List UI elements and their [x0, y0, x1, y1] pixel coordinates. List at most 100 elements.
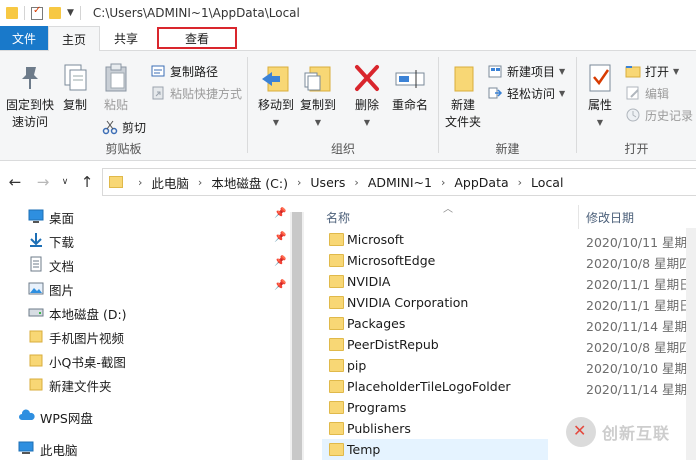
file-row[interactable]: NVIDIA Corporation 2020/11/1 星期日 1: [322, 292, 696, 313]
tab-view[interactable]: 查看: [157, 27, 237, 49]
delete-label: 删除: [354, 98, 379, 112]
new-folder-icon: [447, 61, 479, 95]
tab-file[interactable]: 文件: [0, 26, 48, 50]
folder-icon: [329, 233, 344, 246]
open-label: 打开: [645, 64, 670, 79]
pin-to-quick-access-button[interactable]: 固定到快 速访问: [2, 61, 58, 131]
divider: [79, 6, 81, 20]
navigation-bar: ← → ∨ ↑ › 此电脑 › 本地磁盘 (C:) › Users › ADMINI~…: [0, 168, 696, 196]
chevron-down-icon: ▼: [314, 118, 322, 127]
copy-to-button[interactable]: 复制到 ▼: [298, 61, 338, 131]
chevron-down-icon: ▼: [673, 66, 680, 76]
organize-group: 移动到 ▼ 复制到 ▼ 删除 ▼ 重命名 组织: [248, 55, 438, 159]
folder-icon: [329, 380, 344, 393]
new-folder-button[interactable]: 新建 文件夹: [443, 61, 483, 131]
breadcrumb-item[interactable]: Users ›: [310, 175, 367, 190]
breadcrumb-item[interactable]: 此电脑 ›: [151, 173, 211, 192]
new-item-label: 新建项目: [507, 64, 556, 79]
breadcrumb-item[interactable]: ADMINI~1 ›: [368, 175, 455, 190]
up-button[interactable]: ↑: [74, 169, 100, 195]
nav-item-this-pc[interactable]: 此电脑: [0, 436, 290, 460]
paste-button[interactable]: 粘贴: [98, 61, 134, 114]
pin-icon[interactable]: 📌: [274, 280, 286, 291]
new-item-icon: [487, 63, 503, 79]
pin-label: 固定到快 速访问: [5, 98, 54, 129]
nav-item-phone-media[interactable]: 手机图片视频: [0, 324, 290, 348]
easy-access-button[interactable]: 轻松访问 ▼: [487, 83, 565, 103]
folder-icon: [329, 401, 344, 414]
new-folder-label: 新建 文件夹: [444, 98, 481, 129]
pin-icon[interactable]: 📌: [274, 256, 286, 267]
breadcrumb-item[interactable]: AppData ›: [454, 175, 531, 190]
nav-item-wps-cloud[interactable]: WPS网盘: [0, 404, 290, 428]
column-divider[interactable]: [578, 205, 579, 229]
open-button[interactable]: 打开 ▼: [625, 61, 679, 81]
file-row[interactable]: Packages 2020/11/14 星期六: [322, 313, 696, 334]
paste-label: 粘贴: [103, 98, 128, 112]
column-header-modified[interactable]: 修改日期: [586, 206, 634, 228]
nav-item-new-folder[interactable]: 新建文件夹: [0, 372, 290, 396]
tab-share[interactable]: 共享: [100, 26, 152, 50]
chevron-down-icon: ▼: [363, 118, 371, 127]
file-row[interactable]: PlaceholderTileLogoFolder 2020/11/14 星期六: [322, 376, 696, 397]
edit-button[interactable]: 编辑: [625, 83, 669, 103]
properties-label: 属性: [587, 98, 612, 112]
copy-path-label: 复制路径: [170, 64, 219, 79]
ribbon: 固定到快 速访问 复制 粘贴 复制路径 粘贴快捷方式 剪切 剪贴板 移动到 ▼ …: [0, 51, 696, 161]
new-item-button[interactable]: 新建项目 ▼: [487, 61, 565, 81]
nav-item-desktop[interactable]: 桌面 📌: [0, 204, 290, 228]
file-row[interactable]: Microsoft 2020/10/11 星期日: [322, 229, 696, 250]
nav-item-documents[interactable]: 文档 📌: [0, 252, 290, 276]
navigation-pane-scrollbar[interactable]: [290, 212, 304, 460]
file-row[interactable]: PeerDistRepub 2020/10/8 星期四 1: [322, 334, 696, 355]
folder-icon: [329, 296, 344, 309]
copy-icon: [59, 61, 91, 95]
folder-icon: [28, 328, 44, 344]
file-row[interactable]: pip 2020/10/10 星期六: [322, 355, 696, 376]
file-row[interactable]: MicrosoftEdge 2020/10/8 星期四 1: [322, 250, 696, 271]
open-group: 属性 ▼ 打开 ▼ 编辑 历史记录 打开: [577, 55, 696, 159]
properties-icon[interactable]: [31, 5, 43, 20]
chevron-right-icon: ›: [197, 175, 203, 189]
file-row-selected[interactable]: Temp: [322, 439, 548, 460]
delete-button[interactable]: 删除 ▼: [350, 61, 384, 131]
move-to-icon: [260, 61, 292, 95]
open-group-label: 打开: [624, 142, 649, 156]
title-bar: ▼ C:\Users\ADMINI~1\AppData\Local: [0, 0, 696, 26]
breadcrumb-item[interactable]: Local: [531, 175, 563, 190]
copy-path-button[interactable]: 复制路径: [150, 61, 218, 81]
pin-icon[interactable]: 📌: [274, 208, 286, 219]
back-button[interactable]: ←: [2, 169, 28, 195]
rename-button[interactable]: 重命名: [388, 61, 432, 114]
nav-item-pictures[interactable]: 图片 📌: [0, 276, 290, 300]
copy-button[interactable]: 复制: [58, 61, 92, 114]
folder-icon: [329, 338, 344, 351]
watermark: 创新互联: [566, 412, 696, 452]
cut-button[interactable]: 剪切: [102, 117, 146, 137]
history-button[interactable]: 历史记录: [625, 105, 693, 125]
move-to-label: 移动到: [257, 98, 294, 112]
nav-item-screenshots[interactable]: 小Q书桌-截图: [0, 348, 290, 372]
address-bar[interactable]: › 此电脑 › 本地磁盘 (C:) › Users › ADMINI~1 › AppDa…: [102, 168, 696, 196]
pin-icon[interactable]: 📌: [274, 232, 286, 243]
edit-icon: [625, 85, 641, 101]
folder-icon: [109, 176, 123, 188]
paste-shortcut-button[interactable]: 粘贴快捷方式: [150, 83, 242, 103]
copy-label: 复制: [62, 98, 87, 112]
arrow-up-icon: ↑: [80, 173, 94, 191]
properties-button[interactable]: 属性 ▼: [583, 61, 617, 131]
folder-icon: [28, 352, 44, 368]
tab-home[interactable]: 主页: [48, 26, 100, 51]
nav-item-drive-d[interactable]: 本地磁盘 (D:): [0, 300, 290, 324]
breadcrumb-item[interactable]: 本地磁盘 (C:) ›: [211, 173, 310, 192]
nav-item-downloads[interactable]: 下载 📌: [0, 228, 290, 252]
customize-dropdown-icon[interactable]: ▼: [67, 8, 74, 18]
copy-to-icon: [302, 61, 334, 95]
divider: [24, 6, 25, 20]
new-folder-icon[interactable]: [49, 7, 61, 19]
history-label: 历史记录: [645, 108, 694, 123]
file-row[interactable]: NVIDIA 2020/11/1 星期日 1: [322, 271, 696, 292]
column-header-name[interactable]: 名称: [326, 206, 350, 228]
move-to-button[interactable]: 移动到 ▼: [256, 61, 296, 131]
scrollbar-thumb[interactable]: [292, 212, 302, 460]
